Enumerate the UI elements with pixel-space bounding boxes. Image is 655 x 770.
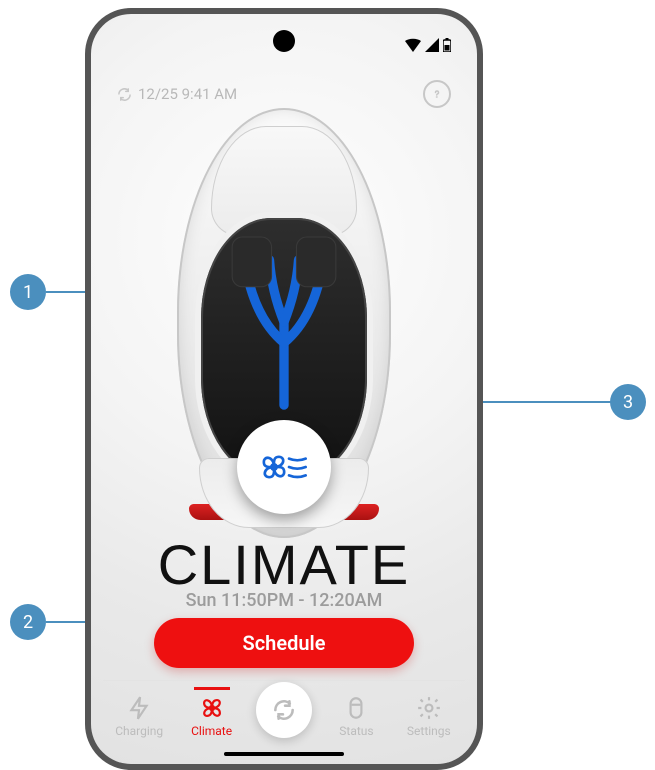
tab-settings[interactable]: Settings bbox=[393, 687, 465, 738]
callout-badge-2: 2 bbox=[10, 604, 46, 640]
sync-icon bbox=[117, 87, 132, 102]
signal-icon bbox=[425, 38, 439, 52]
refresh-icon bbox=[271, 697, 297, 723]
schedule-window: Sun 11:50PM - 12:20AM bbox=[91, 590, 477, 611]
phone-frame: 12/25 9:41 AM bbox=[85, 8, 483, 770]
help-button[interactable] bbox=[423, 80, 451, 108]
callout-badge-1: 1 bbox=[10, 274, 46, 310]
fan-icon bbox=[259, 444, 309, 490]
last-updated-text: 12/25 9:41 AM bbox=[138, 85, 237, 103]
fan-small-icon bbox=[199, 695, 225, 721]
tab-label: Status bbox=[339, 724, 373, 738]
tab-label: Charging bbox=[115, 724, 163, 738]
tab-status[interactable]: Status bbox=[320, 687, 392, 738]
last-updated-row: 12/25 9:41 AM bbox=[117, 80, 451, 108]
camera-hole bbox=[273, 30, 295, 52]
page-title: CLIMATE bbox=[91, 532, 477, 597]
statusbar-icons bbox=[405, 38, 451, 52]
annotated-screenshot: 1 2 3 12/25 9:41 AM bbox=[0, 0, 655, 766]
tab-climate[interactable]: Climate bbox=[175, 687, 247, 738]
climate-fan-button[interactable] bbox=[237, 420, 331, 514]
schedule-button[interactable]: Schedule bbox=[154, 618, 414, 668]
car-front-icon bbox=[343, 695, 369, 721]
wifi-icon bbox=[405, 38, 421, 52]
battery-icon bbox=[443, 38, 451, 52]
question-icon bbox=[431, 88, 443, 100]
tab-charging[interactable]: Charging bbox=[103, 687, 175, 738]
car-top-view bbox=[177, 108, 391, 538]
home-indicator bbox=[224, 752, 344, 756]
tab-refresh[interactable] bbox=[248, 700, 320, 738]
tab-label: Settings bbox=[407, 724, 451, 738]
bolt-icon bbox=[126, 695, 152, 721]
callout-badge-3: 3 bbox=[610, 384, 646, 420]
gear-icon bbox=[416, 695, 442, 721]
tab-label: Climate bbox=[191, 724, 232, 738]
bottom-tabbar: Charging Climate bbox=[103, 680, 465, 738]
